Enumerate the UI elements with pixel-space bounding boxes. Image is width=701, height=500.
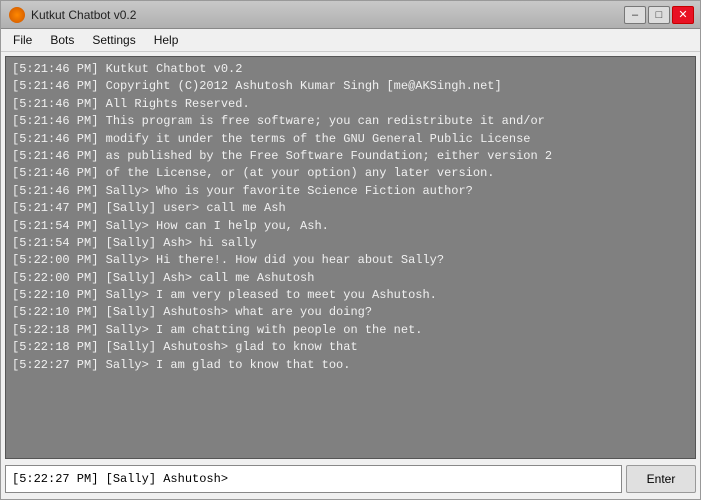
menu-item-file[interactable]: File <box>5 31 40 49</box>
title-bar: Kutkut Chatbot v0.2 – □ ✕ <box>1 1 700 29</box>
app-icon <box>9 7 25 23</box>
menu-item-settings[interactable]: Settings <box>84 31 143 49</box>
chat-line: [5:21:46 PM] modify it under the terms o… <box>12 131 689 148</box>
chat-line: [5:21:46 PM] This program is free softwa… <box>12 113 689 130</box>
chat-line: [5:21:46 PM] Copyright (C)2012 Ashutosh … <box>12 78 689 95</box>
chat-input[interactable] <box>5 465 622 493</box>
chat-line: [5:22:00 PM] [Sally] Ash> call me Ashuto… <box>12 270 689 287</box>
chat-line: [5:22:18 PM] [Sally] Ashutosh> glad to k… <box>12 339 689 356</box>
chat-line: [5:22:10 PM] Sally> I am very pleased to… <box>12 287 689 304</box>
chat-line: [5:21:54 PM] Sally> How can I help you, … <box>12 218 689 235</box>
enter-button[interactable]: Enter <box>626 465 696 493</box>
chat-line: [5:22:27 PM] Sally> I am glad to know th… <box>12 357 689 374</box>
menu-bar: FileBotsSettingsHelp <box>1 29 700 52</box>
title-bar-controls: – □ ✕ <box>624 6 694 24</box>
title-bar-left: Kutkut Chatbot v0.2 <box>9 7 136 23</box>
chat-line: [5:21:46 PM] Kutkut Chatbot v0.2 <box>12 61 689 78</box>
chat-line: [5:21:54 PM] [Sally] Ash> hi sally <box>12 235 689 252</box>
chat-line: [5:21:46 PM] Sally> Who is your favorite… <box>12 183 689 200</box>
menu-item-help[interactable]: Help <box>146 31 187 49</box>
chat-line: [5:21:46 PM] of the License, or (at your… <box>12 165 689 182</box>
chat-line: [5:22:10 PM] [Sally] Ashutosh> what are … <box>12 304 689 321</box>
main-window: Kutkut Chatbot v0.2 – □ ✕ FileBotsSettin… <box>0 0 701 500</box>
chat-line: [5:22:00 PM] Sally> Hi there!. How did y… <box>12 252 689 269</box>
window-title: Kutkut Chatbot v0.2 <box>31 8 136 22</box>
input-row: Enter <box>5 463 696 495</box>
close-button[interactable]: ✕ <box>672 6 694 24</box>
menu-item-bots[interactable]: Bots <box>42 31 82 49</box>
maximize-button[interactable]: □ <box>648 6 670 24</box>
main-area: [5:21:46 PM] Kutkut Chatbot v0.2[5:21:46… <box>1 52 700 499</box>
chat-line: [5:21:46 PM] All Rights Reserved. <box>12 96 689 113</box>
minimize-button[interactable]: – <box>624 6 646 24</box>
chat-line: [5:22:18 PM] Sally> I am chatting with p… <box>12 322 689 339</box>
chat-line: [5:21:47 PM] [Sally] user> call me Ash <box>12 200 689 217</box>
chat-display[interactable]: [5:21:46 PM] Kutkut Chatbot v0.2[5:21:46… <box>5 56 696 459</box>
chat-line: [5:21:46 PM] as published by the Free So… <box>12 148 689 165</box>
